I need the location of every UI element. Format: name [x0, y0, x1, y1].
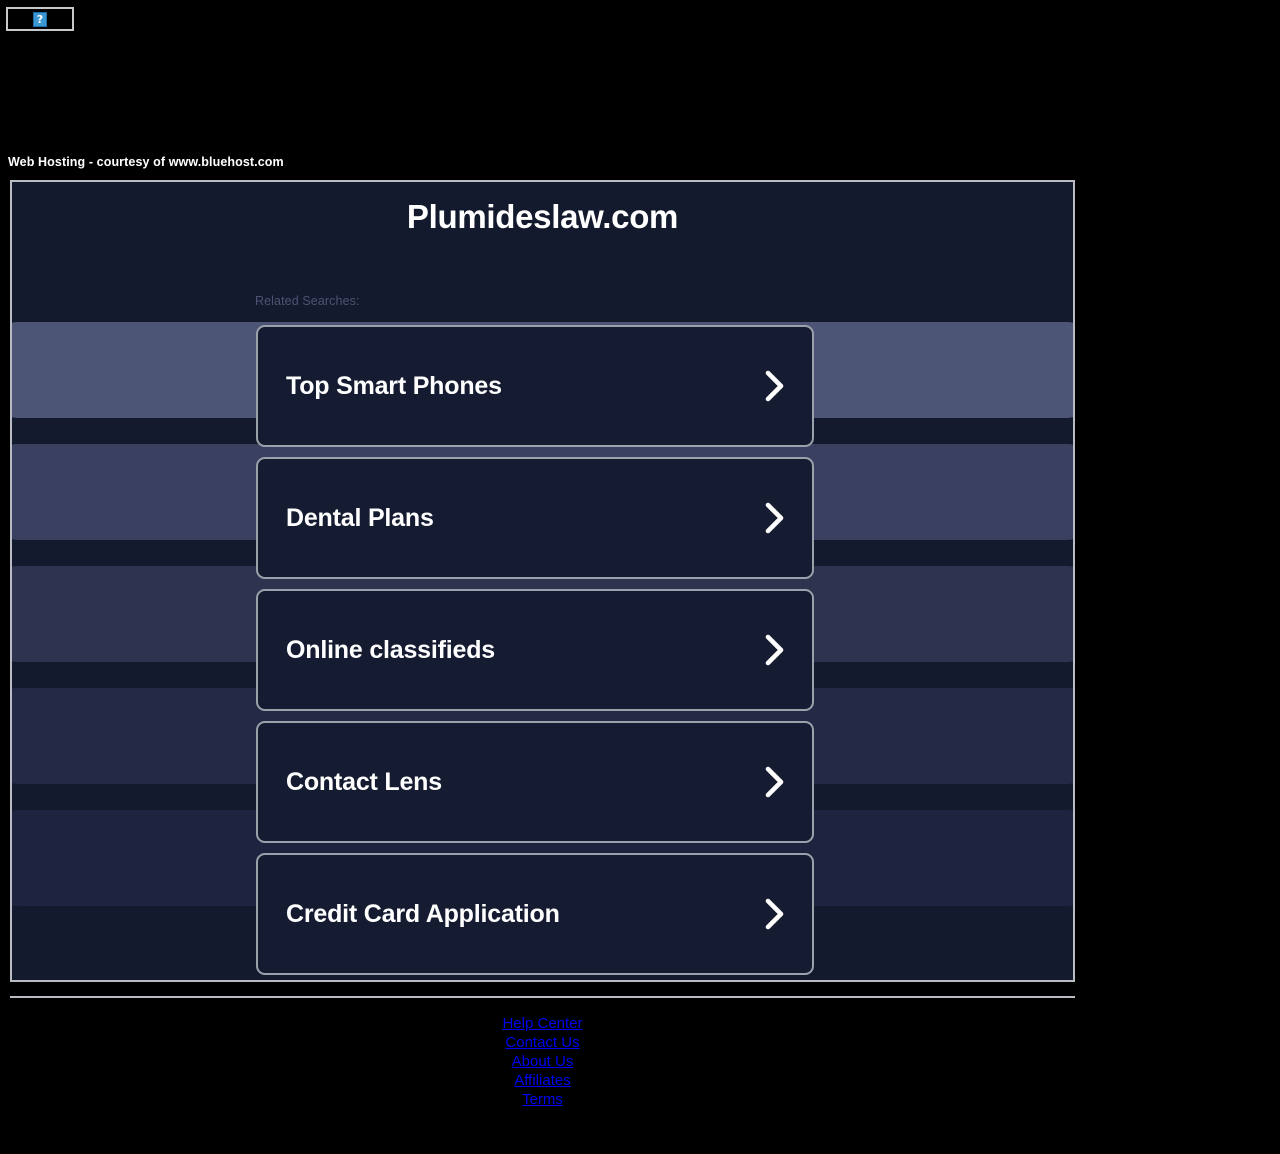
broken-image-placeholder: ? [6, 7, 74, 31]
chevron-right-icon [765, 898, 784, 930]
footer-links: Help Center Contact Us About Us Affiliates T… [10, 1014, 1075, 1109]
page-title: Plumideslaw.com [406, 198, 679, 235]
related-searches-list: Top Smart Phones Dental Plans Online class… [256, 325, 814, 980]
related-search-label: Credit Card Application [286, 899, 560, 928]
footer-link[interactable]: Contact Us [10, 1033, 1075, 1052]
related-search-label: Top Smart Phones [286, 371, 502, 400]
host-credit-text: Web Hosting - courtesy of www.bluehost.c… [8, 155, 284, 169]
chevron-right-icon [765, 766, 784, 798]
related-search-label: Contact Lens [286, 767, 442, 796]
related-search-card[interactable]: Credit Card Application [256, 853, 814, 975]
related-search-card[interactable]: Online classifieds [256, 589, 814, 711]
related-search-label: Dental Plans [286, 503, 434, 532]
chevron-right-icon [765, 370, 784, 402]
related-searches-label: Related Searches: [255, 294, 360, 308]
footer-link[interactable]: Help Center [10, 1014, 1075, 1033]
chevron-right-icon [765, 502, 784, 534]
chevron-right-icon [765, 634, 784, 666]
footer-link[interactable]: Terms [10, 1090, 1075, 1109]
related-search-card[interactable]: Dental Plans [256, 457, 814, 579]
footer-divider [10, 996, 1075, 998]
footer-link[interactable]: About Us [10, 1052, 1075, 1071]
parked-domain-panel: Plumideslaw.com Related Searches: Top Sm… [10, 180, 1075, 982]
footer-link[interactable]: Affiliates [10, 1071, 1075, 1090]
broken-image-question-icon: ? [33, 11, 47, 27]
related-search-label: Online classifieds [286, 635, 495, 664]
related-search-card[interactable]: Top Smart Phones [256, 325, 814, 447]
related-search-card[interactable]: Contact Lens [256, 721, 814, 843]
